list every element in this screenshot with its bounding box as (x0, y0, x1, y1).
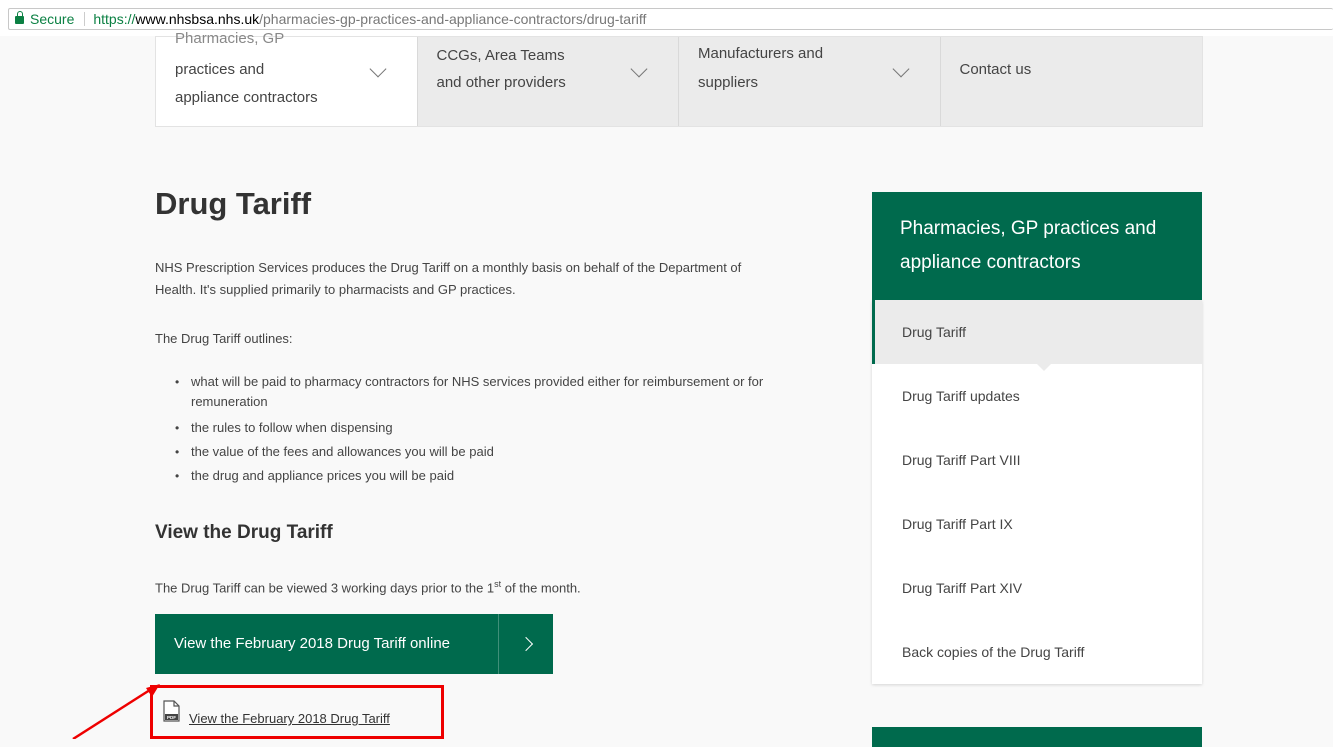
view-online-button[interactable]: View the February 2018 Drug Tariff onlin… (155, 614, 553, 674)
sidebar-item-back-copies[interactable]: Back copies of the Drug Tariff (872, 620, 1202, 684)
secure-label: Secure (30, 11, 75, 27)
nav-item-label: suppliers (698, 74, 759, 91)
view-online-button-label: View the February 2018 Drug Tariff onlin… (174, 635, 450, 652)
main-navigation: Pharmacies, GP practices and appliance c… (155, 30, 1203, 127)
list-item: the rules to follow when dispensing (175, 416, 865, 440)
lock-icon (15, 11, 24, 24)
nav-item-label: Manufacturers and (698, 45, 824, 62)
intro-paragraph: NHS Prescription Services produces the D… (155, 257, 741, 301)
sidebar-secondary-panel (872, 727, 1202, 747)
list-item-text: remuneration (191, 394, 268, 409)
sidebar-heading-line: Pharmacies, GP practices and (900, 218, 1157, 239)
separator (84, 12, 86, 27)
view-heading: View the Drug Tariff (155, 522, 333, 543)
nav-item-label: practices and (175, 61, 265, 78)
annotation-highlight-box (150, 685, 444, 739)
page-title: Drug Tariff (155, 186, 312, 221)
intro-line: Health. It's supplied primarily to pharm… (155, 282, 516, 297)
nav-item-label: and other providers (436, 74, 566, 91)
url-host: www.nhsbsa.nhs.uk (135, 11, 260, 27)
list-item: the drug and appliance prices you will b… (175, 464, 865, 488)
sidebar-item-part-xiv[interactable]: Drug Tariff Part XIV (872, 556, 1202, 620)
nav-item-manufacturers[interactable]: Manufacturers and suppliers (679, 37, 941, 126)
nav-item-label: CCGs, Area Teams (436, 47, 565, 64)
url-scheme: https:// (93, 11, 136, 27)
list-item: what will be paid to pharmacy contractor… (175, 372, 865, 416)
view-text: The Drug Tariff can be viewed 3 working … (155, 573, 581, 599)
nav-item-label: Contact us (959, 61, 1032, 78)
list-item: the value of the fees and allowances you… (175, 440, 865, 464)
sidebar-heading: Pharmacies, GP practices and appliance c… (872, 192, 1202, 308)
nav-item-pharmacies[interactable]: Pharmacies, GP practices and appliance c… (156, 30, 418, 126)
intro-line: NHS Prescription Services produces the D… (155, 260, 742, 275)
url-path: /pharmacies-gp-practices-and-appliance-c… (259, 11, 647, 27)
outline-intro: The Drug Tariff outlines: (155, 331, 293, 346)
sidebar: Pharmacies, GP practices and appliance c… (872, 192, 1202, 684)
chevron-down-icon (369, 60, 386, 78)
view-text-part: of the month. (501, 580, 581, 596)
list-item-text: what will be paid to pharmacy contractor… (191, 374, 764, 389)
sidebar-heading-line: appliance contractors (900, 252, 1081, 273)
nav-item-contact[interactable]: Contact us (941, 37, 1203, 126)
view-text-part: The Drug Tariff can be viewed 3 working … (155, 580, 495, 596)
sidebar-menu: Drug Tariff Drug Tariff updates Drug Tar… (872, 300, 1202, 684)
chevron-down-icon (630, 60, 648, 78)
sidebar-item-updates[interactable]: Drug Tariff updates (872, 364, 1202, 428)
chevron-down-icon (892, 60, 909, 78)
sidebar-item-drug-tariff[interactable]: Drug Tariff (872, 300, 1202, 371)
sidebar-item-part-viii[interactable]: Drug Tariff Part VIII (872, 428, 1202, 492)
sidebar-item-part-ix[interactable]: Drug Tariff Part IX (872, 492, 1202, 556)
outline-list: what will be paid to pharmacy contractor… (175, 372, 865, 488)
nav-item-label: appliance contractors (175, 89, 318, 106)
nav-item-ccgs[interactable]: CCGs, Area Teams and other providers (418, 37, 679, 126)
chevron-right-icon (498, 614, 553, 674)
nav-item-label-cut: Pharmacies, GP (175, 30, 285, 47)
